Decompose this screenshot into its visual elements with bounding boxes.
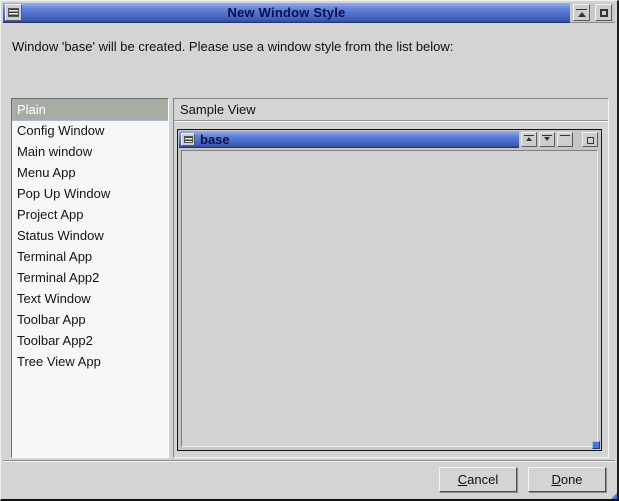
style-list-item[interactable]: Plain bbox=[12, 99, 168, 120]
preview-shade-down-icon bbox=[544, 137, 550, 141]
done-button-label: Done bbox=[551, 472, 582, 487]
style-list-item[interactable]: Main window bbox=[12, 141, 168, 162]
shade-button[interactable] bbox=[573, 4, 590, 21]
style-list-item[interactable]: Text Window bbox=[12, 288, 168, 309]
preview-maximize-icon bbox=[587, 137, 594, 144]
preview-window-content bbox=[181, 150, 598, 447]
shade-up-icon bbox=[578, 12, 586, 17]
style-list-item[interactable]: Terminal App2 bbox=[12, 267, 168, 288]
preview-window-title: base bbox=[200, 132, 230, 147]
style-list-item[interactable]: Project App bbox=[12, 204, 168, 225]
sample-view-panel: Sample View base bbox=[173, 98, 609, 458]
window-menu-button[interactable] bbox=[5, 4, 22, 21]
titlebar-button-area bbox=[570, 3, 615, 23]
preview-window-menu-button bbox=[181, 133, 195, 146]
new-window-style-dialog: New Window Style Window 'base' will be c… bbox=[0, 0, 619, 501]
preview-titlebar: base bbox=[179, 131, 600, 148]
style-list-item[interactable]: Toolbar App2 bbox=[12, 330, 168, 351]
preview-bar bbox=[542, 135, 552, 136]
style-list-item[interactable]: Pop Up Window bbox=[12, 183, 168, 204]
style-list-item[interactable]: Config Window bbox=[12, 120, 168, 141]
style-listbox: Plain Config Window Main window Menu App… bbox=[11, 98, 169, 458]
style-list-item[interactable]: Status Window bbox=[12, 225, 168, 246]
shade-bar bbox=[576, 9, 587, 10]
maximize-icon bbox=[600, 9, 608, 17]
style-list-item[interactable]: Tree View App bbox=[12, 351, 168, 372]
cancel-button-label: Cancel bbox=[458, 472, 498, 487]
titlebar[interactable]: New Window Style bbox=[3, 3, 615, 23]
style-list-item[interactable]: Toolbar App bbox=[12, 309, 168, 330]
preview-titlebar-button-area bbox=[519, 131, 600, 148]
cancel-button[interactable]: Cancel bbox=[439, 467, 517, 492]
dialog-title: New Window Style bbox=[3, 5, 570, 20]
dialog-message: Window 'base' will be created. Please us… bbox=[12, 39, 609, 54]
titlebar-blue-area[interactable]: New Window Style bbox=[3, 3, 570, 23]
style-list-item[interactable]: Terminal App bbox=[12, 246, 168, 267]
done-button[interactable]: Done bbox=[528, 467, 606, 492]
preview-shade-down-button bbox=[539, 132, 555, 147]
dialog-resize-grip[interactable] bbox=[609, 491, 619, 501]
button-bar: Cancel Done bbox=[3, 460, 615, 497]
window-menu-icon bbox=[8, 8, 19, 17]
style-list-item[interactable]: Menu App bbox=[12, 162, 168, 183]
preview-maximize-button bbox=[582, 132, 598, 147]
preview-shade-up-icon bbox=[526, 137, 532, 141]
preview-bar bbox=[524, 135, 534, 136]
maximize-button[interactable] bbox=[595, 4, 612, 21]
preview-bar bbox=[560, 135, 570, 136]
sample-view-header: Sample View bbox=[174, 99, 608, 121]
preview-window-menu-icon bbox=[184, 136, 193, 143]
preview-resize-grip-icon bbox=[592, 441, 600, 449]
preview-blank-button bbox=[557, 132, 573, 147]
preview-window: base bbox=[177, 129, 602, 451]
preview-shade-up-button bbox=[521, 132, 537, 147]
preview-titlebar-blue-area: base bbox=[179, 131, 519, 148]
